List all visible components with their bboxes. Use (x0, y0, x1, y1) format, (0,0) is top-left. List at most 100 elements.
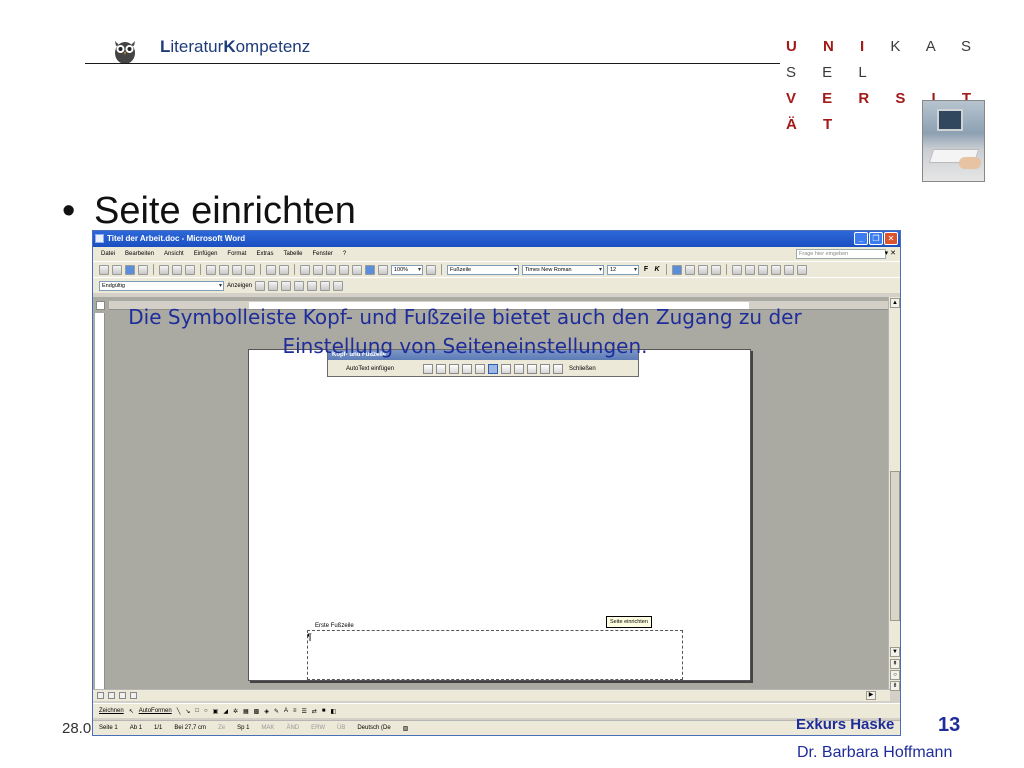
accept-change-icon[interactable] (281, 280, 292, 291)
insert-autotext-button[interactable]: AutoText einfügen (332, 366, 420, 372)
vertical-ruler[interactable] (95, 313, 105, 689)
redo-icon[interactable] (279, 264, 289, 275)
line-icon[interactable]: ╲ (177, 708, 181, 715)
spelling-status-icon[interactable]: ▨ (403, 725, 409, 732)
increase-indent-icon[interactable] (771, 264, 781, 275)
switch-header-footer-icon[interactable] (527, 363, 537, 374)
format-page-number-icon[interactable] (449, 363, 459, 374)
status-language[interactable]: Deutsch (De (357, 725, 390, 731)
menu-tabelle[interactable]: Tabelle (283, 251, 302, 257)
select-objects-icon[interactable]: ↖ (129, 708, 134, 715)
rectangle-icon[interactable]: □ (195, 708, 199, 714)
same-as-previous-icon[interactable] (514, 363, 524, 374)
next-change-icon[interactable] (268, 280, 279, 291)
paste-icon[interactable] (232, 264, 242, 275)
print-preview-icon[interactable] (172, 264, 182, 275)
close-doc-icon[interactable]: ▾ ✕ (885, 249, 896, 257)
review-show-menu[interactable]: Anzeigen (227, 283, 252, 289)
footer-area[interactable] (307, 630, 683, 680)
show-next-icon[interactable] (553, 363, 563, 374)
clipart-icon[interactable]: ▦ (243, 708, 249, 715)
bold-button[interactable]: F (642, 266, 650, 273)
open-icon[interactable] (112, 264, 122, 275)
menu-ansicht[interactable]: Ansicht (164, 251, 184, 257)
status-overtype[interactable]: ÜB (337, 725, 345, 731)
italic-button[interactable]: K (653, 266, 661, 273)
new-comment-icon[interactable] (307, 280, 318, 291)
justify-icon[interactable] (711, 264, 721, 275)
picture-icon[interactable]: ▩ (254, 708, 260, 715)
font-color-icon[interactable] (797, 264, 807, 275)
align-right-icon[interactable] (698, 264, 708, 275)
insert-page-count-icon[interactable] (436, 363, 446, 374)
insert-time-icon[interactable] (475, 363, 485, 374)
dash-style-icon[interactable]: ☰ (302, 708, 307, 715)
new-document-icon[interactable] (99, 264, 109, 275)
close-button[interactable]: ✕ (884, 232, 898, 245)
save-icon[interactable] (125, 264, 135, 275)
draw-menu[interactable]: Zeichnen (99, 708, 124, 714)
status-track-changes[interactable]: ÄND (286, 725, 299, 731)
fill-color-icon[interactable]: ◈ (264, 708, 269, 715)
menu-datei[interactable]: Datei (101, 251, 115, 257)
outline-view-icon[interactable] (130, 692, 137, 699)
browse-object-icon[interactable]: ○ (890, 670, 900, 680)
page-setup-icon[interactable] (488, 363, 498, 374)
scroll-thumb[interactable] (890, 471, 900, 621)
show-hide-text-icon[interactable] (501, 363, 511, 374)
document-map-icon[interactable] (365, 264, 375, 275)
show-previous-icon[interactable] (540, 363, 550, 374)
track-changes-icon[interactable] (320, 280, 331, 291)
reviewing-pane-icon[interactable] (333, 280, 344, 291)
undo-icon[interactable] (266, 264, 276, 275)
table-icon[interactable] (313, 264, 323, 275)
hyperlink-icon[interactable] (300, 264, 310, 275)
scroll-right-icon[interactable]: ▶ (866, 691, 876, 700)
drawing-icon[interactable] (352, 264, 362, 275)
web-view-icon[interactable] (108, 692, 115, 699)
scroll-up-icon[interactable]: ▲ (890, 298, 900, 308)
status-extend[interactable]: ERW (311, 725, 325, 731)
close-header-footer-button[interactable]: Schließen (569, 366, 596, 372)
cut-icon[interactable] (206, 264, 216, 275)
textbox-icon[interactable]: ▣ (213, 708, 219, 715)
previous-change-icon[interactable] (255, 280, 266, 291)
excel-icon[interactable] (326, 264, 336, 275)
horizontal-scrollbar[interactable]: ▶ (93, 689, 890, 701)
menu-bearbeiten[interactable]: Bearbeiten (125, 251, 154, 257)
arrow-style-icon[interactable]: ⇄ (312, 708, 317, 715)
previous-page-icon[interactable]: ⇞ (890, 659, 900, 669)
bullets-icon[interactable] (745, 264, 755, 275)
oval-icon[interactable]: ○ (204, 708, 208, 714)
menu-einfuegen[interactable]: Einfügen (194, 251, 218, 257)
permission-icon[interactable] (138, 264, 148, 275)
line-color-icon[interactable]: ✎ (274, 708, 279, 715)
insert-page-number-icon[interactable] (423, 363, 433, 374)
print-icon[interactable] (159, 264, 169, 275)
shadow-icon[interactable]: ■ (322, 708, 326, 714)
vertical-scrollbar[interactable]: ▲ ▼ ⇞ ○ ⇟ (888, 297, 900, 691)
document-page[interactable]: Erste Fußzeile ¶ (248, 349, 751, 681)
reject-change-icon[interactable] (294, 280, 305, 291)
3d-icon[interactable]: ◧ (331, 708, 337, 715)
decrease-indent-icon[interactable] (758, 264, 768, 275)
help-search-input[interactable]: Frage hier eingeben (796, 249, 886, 259)
line-style-icon[interactable]: ≡ (293, 708, 297, 714)
font-size-select[interactable]: 12 (607, 264, 639, 275)
status-macro[interactable]: MAK (261, 725, 274, 731)
draw-font-color-icon[interactable]: A (284, 708, 288, 714)
print-layout-icon[interactable] (119, 692, 126, 699)
zoom-select[interactable]: 100% (391, 264, 423, 275)
review-display-select[interactable]: Endgültig (99, 280, 224, 291)
diagram-icon[interactable]: ✲ (233, 708, 238, 715)
menu-extras[interactable]: Extras (256, 251, 273, 257)
columns-icon[interactable] (339, 264, 349, 275)
align-center-icon[interactable] (685, 264, 695, 275)
menu-help[interactable]: ? (343, 251, 346, 257)
numbering-icon[interactable] (732, 264, 742, 275)
menu-fenster[interactable]: Fenster (312, 251, 332, 257)
menu-format[interactable]: Format (227, 251, 246, 257)
align-left-icon[interactable] (672, 264, 682, 275)
restore-button[interactable]: ❐ (869, 232, 883, 245)
show-formatting-icon[interactable] (378, 264, 388, 275)
